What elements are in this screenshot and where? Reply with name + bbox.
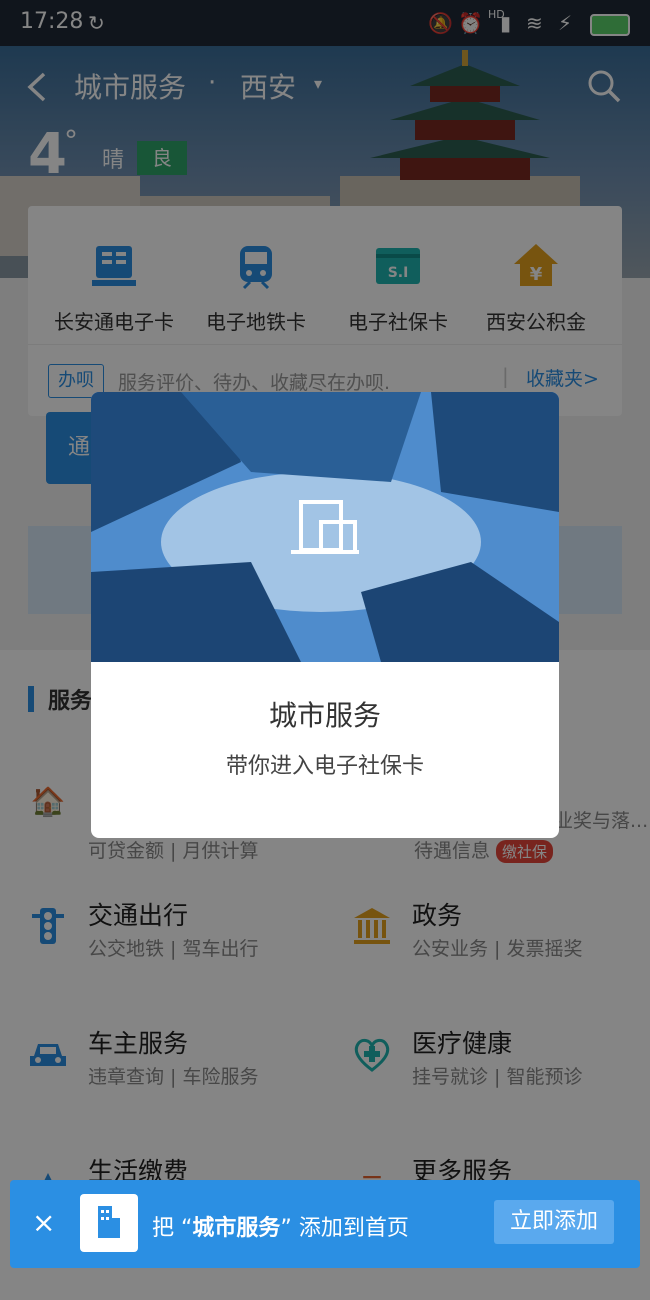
loading-modal: 城市服务 带你进入电子社保卡 xyxy=(91,392,559,838)
skyscraper-image xyxy=(91,392,559,662)
modal-title: 城市服务 xyxy=(268,699,381,732)
banner-message: 把 “城市服务” 添加到首页 xyxy=(152,1216,409,1241)
app-icon xyxy=(80,1194,138,1252)
add-to-home-banner: × 把 “城市服务” 添加到首页 立即添加 xyxy=(10,1180,640,1268)
building-icon xyxy=(98,1206,120,1238)
modal-subtitle: 带你进入电子社保卡 xyxy=(225,754,424,779)
add-now-button[interactable]: 立即添加 xyxy=(494,1200,614,1244)
close-icon[interactable]: × xyxy=(32,1206,55,1239)
